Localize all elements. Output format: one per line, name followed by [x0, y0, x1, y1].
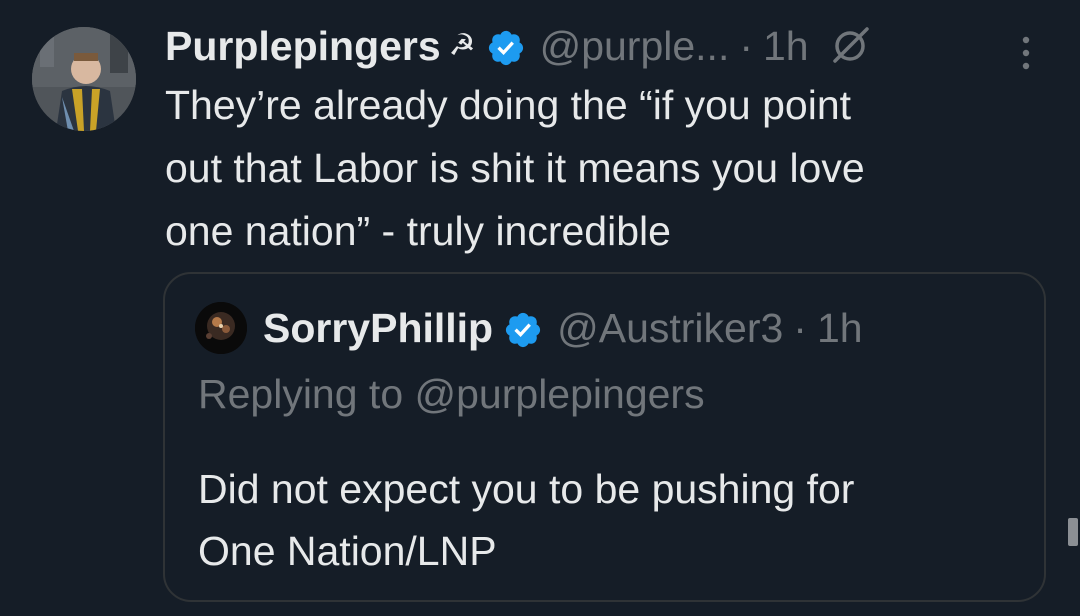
quoted-text: Did not expect you to be pushing for One…: [198, 458, 1018, 582]
tweet-text-line: one nation” - truly incredible: [165, 208, 671, 254]
tweet-text: They’re already doing the “if you point …: [165, 74, 1045, 263]
edit-slash-icon[interactable]: [829, 25, 871, 67]
tweet-header: Purplepingers ☭ @purple... · 1h: [165, 18, 871, 74]
tweet-text-line: out that Labor is shit it means you love: [165, 145, 865, 191]
quoted-text-line: Did not expect you to be pushing for: [198, 466, 855, 512]
verified-badge-icon[interactable]: [486, 26, 526, 66]
quoted-avatar-image: [195, 302, 247, 354]
more-vertical-icon[interactable]: [1016, 34, 1036, 74]
separator-dot: ·: [793, 305, 807, 351]
avatar-image: [32, 27, 136, 131]
separator-dot: ·: [739, 23, 753, 69]
avatar[interactable]: [32, 27, 136, 131]
timestamp[interactable]: 1h: [763, 18, 809, 74]
quoted-tweet[interactable]: SorryPhillip @Austriker3 · 1h Replying t…: [163, 272, 1046, 602]
hammer-sickle-emoji: ☭: [448, 29, 476, 62]
quoted-text-line: One Nation/LNP: [198, 528, 497, 574]
quoted-avatar[interactable]: [195, 302, 247, 354]
replying-to[interactable]: Replying to @purplepingers: [198, 366, 705, 422]
author-name[interactable]: Purplepingers: [165, 18, 441, 74]
scrollbar[interactable]: [1068, 518, 1078, 546]
tweet-text-line: They’re already doing the “if you point: [165, 82, 852, 128]
quoted-timestamp[interactable]: 1h: [817, 300, 863, 356]
author-handle[interactable]: @purple...: [540, 18, 730, 74]
tweet[interactable]: Purplepingers ☭ @purple... · 1h They’re …: [0, 0, 1080, 616]
quoted-author-handle[interactable]: @Austriker3: [557, 300, 783, 356]
verified-badge-icon[interactable]: [503, 308, 543, 348]
quoted-author-name[interactable]: SorryPhillip: [263, 300, 493, 356]
quoted-header: SorryPhillip @Austriker3 · 1h: [263, 300, 863, 356]
